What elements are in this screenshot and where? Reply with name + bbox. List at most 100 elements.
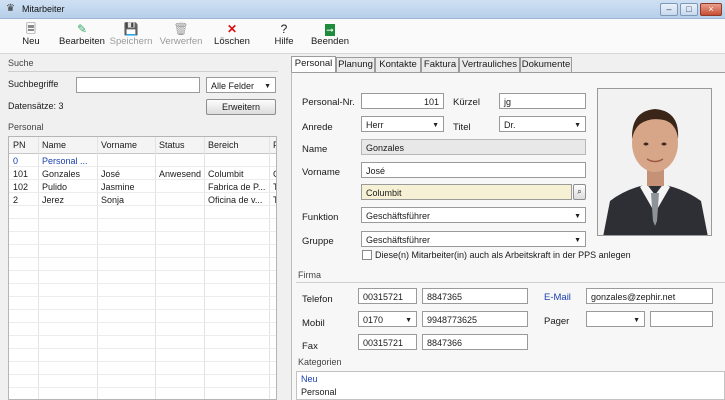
edit-button[interactable]: ✎ Bearbeiten	[58, 22, 106, 47]
pager-number-field[interactable]	[650, 311, 713, 327]
cell-pn: 102	[13, 182, 29, 192]
cell-name: Personal ...	[42, 156, 88, 166]
table-row[interactable]: 102 Pulido Jasmine Fabrica de P... T	[9, 181, 276, 193]
personal-nr-field[interactable]: 101	[361, 93, 444, 109]
help-button[interactable]: ? Hilfe	[272, 22, 296, 47]
titel-value: Dr.	[504, 120, 516, 130]
exit-button[interactable]: ➞ Beenden	[310, 22, 350, 47]
tab-planung[interactable]: Planung	[336, 57, 375, 72]
keywords-input[interactable]	[76, 77, 200, 93]
extend-search-button[interactable]: Erweitern	[206, 99, 276, 115]
list-item[interactable]: Neu	[301, 374, 318, 384]
tab-kontakte[interactable]: Kontakte	[375, 57, 421, 72]
employee-photo	[597, 88, 712, 236]
telefon-prefix-field[interactable]: 00315721	[358, 288, 417, 304]
delete-x-icon: ✕	[226, 22, 238, 36]
name-field[interactable]: Gonzales	[361, 139, 586, 155]
new-button[interactable]: 🗏 Neu	[20, 22, 42, 47]
gruppe-value: Geschäftsführer	[366, 235, 431, 245]
column-header[interactable]: PN	[13, 140, 26, 150]
title-bar: ♛ Mitarbeiter – □ ×	[0, 0, 725, 19]
kuerzel-field[interactable]: jg	[499, 93, 586, 109]
mobil-number-field[interactable]: 9948773625	[422, 311, 528, 327]
list-item[interactable]: Personal	[301, 387, 337, 397]
anrede-select[interactable]: Herr ▼	[361, 116, 444, 132]
delete-button[interactable]: ✕ Löschen	[212, 22, 252, 47]
funktion-value: Geschäftsführer	[366, 211, 431, 221]
search-section-title: Suche	[8, 58, 34, 68]
bereich-field[interactable]: Columbit	[361, 184, 572, 200]
chevron-down-icon: ▼	[574, 213, 581, 220]
lookup-button[interactable]: ⌕	[573, 184, 586, 200]
table-row	[9, 311, 276, 323]
table-row	[9, 233, 276, 245]
discard-label: Verwerfen	[159, 36, 203, 47]
chevron-down-icon: ▼	[264, 83, 271, 90]
table-header: PN Name Vorname Status Bereich F	[9, 137, 276, 154]
cell-bereich: Oficina de v...	[208, 195, 263, 205]
delete-label: Löschen	[214, 36, 250, 47]
fax-prefix-field[interactable]: 00315721	[358, 334, 417, 350]
field-select-value: Alle Felder	[211, 81, 255, 91]
divider	[296, 282, 725, 283]
column-header[interactable]: Status	[159, 140, 185, 150]
close-button[interactable]: ×	[700, 3, 722, 16]
kuerzel-label: Kürzel	[453, 97, 480, 108]
cell-name: Pulido	[42, 182, 68, 192]
email-label[interactable]: E-Mail	[544, 292, 571, 303]
kategorien-list[interactable]: Neu Personal	[296, 371, 725, 400]
new-label: Neu	[22, 36, 40, 47]
table-row	[9, 207, 276, 219]
save-button[interactable]: 💾 Speichern	[108, 22, 154, 47]
table-row	[9, 285, 276, 297]
column-header[interactable]: Bereich	[208, 140, 239, 150]
maximize-button[interactable]: □	[680, 3, 698, 16]
tab-personal[interactable]: Personal	[291, 56, 336, 73]
portrait-image	[598, 89, 711, 235]
field-select[interactable]: Alle Felder ▼	[206, 77, 276, 93]
tab-faktura[interactable]: Faktura	[421, 57, 459, 72]
tab-dokumente[interactable]: Dokumente	[520, 57, 572, 72]
table-row[interactable]: 101 Gonzales José Anwesend Columbit G	[9, 168, 276, 180]
table-row[interactable]: 0 Personal ...	[9, 155, 276, 167]
funktion-label: Funktion	[302, 212, 339, 223]
personnel-table: PN Name Vorname Status Bereich F 0 Perso…	[8, 136, 277, 400]
divider	[8, 71, 278, 72]
table-row	[9, 298, 276, 310]
help-icon: ?	[280, 22, 288, 36]
app-icon: ♛	[6, 3, 15, 14]
cell-f: T	[273, 194, 276, 206]
tab-vertrauliches[interactable]: Vertrauliches	[459, 57, 520, 72]
column-header[interactable]: Name	[42, 140, 66, 150]
vorname-label: Vorname	[302, 167, 341, 178]
cell-status: Anwesend	[159, 169, 202, 179]
minimize-button[interactable]: –	[660, 3, 678, 16]
chevron-down-icon: ▼	[633, 317, 640, 324]
table-row	[9, 220, 276, 232]
gruppe-select[interactable]: Geschäftsführer ▼	[361, 231, 586, 247]
column-header[interactable]: Vorname	[101, 140, 137, 150]
cell-pn: 101	[13, 169, 29, 179]
column-header[interactable]: F	[273, 140, 276, 150]
exit-label: Beenden	[310, 36, 350, 47]
pps-checkbox[interactable]	[362, 250, 372, 260]
email-field[interactable]: gonzales@zephir.net	[586, 288, 713, 304]
fax-number-field[interactable]: 8847366	[422, 334, 528, 350]
mobil-prefix-select[interactable]: 0170 ▼	[358, 311, 417, 327]
vorname-field[interactable]: José	[361, 162, 586, 178]
discard-button[interactable]: 🗑 Verwerfen	[158, 22, 204, 47]
pager-prefix-select[interactable]: ▼	[586, 311, 645, 327]
chevron-down-icon: ▼	[405, 317, 412, 324]
table-row	[9, 272, 276, 284]
personnel-section-title: Personal	[8, 122, 44, 132]
telefon-label: Telefon	[302, 294, 333, 305]
window-title: Mitarbeiter	[22, 4, 65, 14]
titel-select[interactable]: Dr. ▼	[499, 116, 586, 132]
kategorien-section-title: Kategorien	[298, 357, 342, 367]
edit-label: Bearbeiten	[59, 36, 105, 47]
telefon-number-field[interactable]: 8847365	[422, 288, 528, 304]
table-row[interactable]: 2 Jerez Sonja Oficina de v... T	[9, 194, 276, 206]
cell-vorname: José	[101, 169, 121, 179]
cell-pn: 2	[13, 195, 19, 205]
funktion-select[interactable]: Geschäftsführer ▼	[361, 207, 586, 223]
